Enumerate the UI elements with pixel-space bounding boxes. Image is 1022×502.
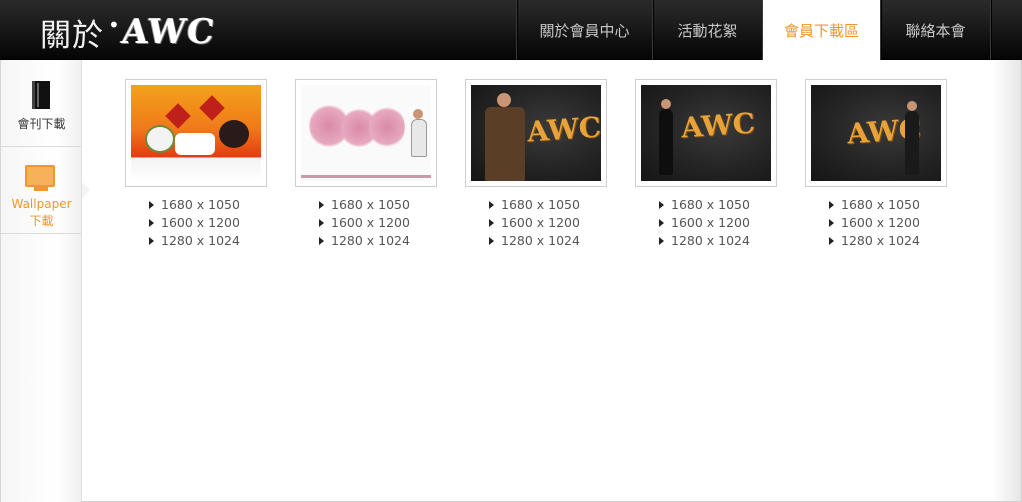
- resolution-link-1680x1050[interactable]: 1680 x 1050: [149, 196, 267, 214]
- awc-graffiti-text: AWC: [679, 106, 757, 145]
- nav-end-cap: [990, 0, 1022, 60]
- nav-label: 會員下載區: [783, 21, 859, 40]
- brand-title-prefix: 關於: [40, 17, 104, 54]
- resolution-link-1600x1200[interactable]: 1600 x 1200: [829, 214, 947, 232]
- active-pointer: [82, 182, 90, 198]
- person-head: [907, 101, 917, 111]
- resolution-link-1600x1200[interactable]: 1600 x 1200: [659, 214, 777, 232]
- resolution-link-1280x1024[interactable]: 1280 x 1024: [489, 232, 607, 250]
- resolution-list: 1680 x 1050 1600 x 1200 1280 x 1024: [465, 196, 607, 250]
- brand-dot: •: [108, 13, 120, 37]
- wallpaper-card: AWC 1680 x 1050 1600 x 1200 1280 x 1024: [465, 79, 607, 250]
- person-dark-suit: [905, 111, 919, 175]
- resolution-link-1280x1024[interactable]: 1280 x 1024: [149, 232, 267, 250]
- wallpaper-thumbnail[interactable]: [125, 79, 267, 187]
- bottom-stripe: [301, 175, 431, 178]
- resolution-list: 1680 x 1050 1600 x 1200 1280 x 1024: [125, 196, 267, 250]
- person-head: [661, 99, 671, 109]
- resolution-link-1680x1050[interactable]: 1680 x 1050: [319, 196, 437, 214]
- wallpaper-card: AWC 1680 x 1050 1600 x 1200 1280 x 1024: [635, 79, 777, 250]
- wallpaper-thumbnail[interactable]: AWC: [465, 79, 607, 187]
- blossom-tree: [369, 105, 405, 149]
- resolution-link-1680x1050[interactable]: 1680 x 1050: [829, 196, 947, 214]
- cartoon-characters-image: [131, 85, 261, 181]
- nav-label: 關於會員中心: [539, 21, 630, 40]
- wallpaper-thumbnail[interactable]: AWC: [805, 79, 947, 187]
- nav-contact[interactable]: 聯絡本會: [880, 0, 990, 60]
- sidebar-item-label: Wallpaper: [11, 197, 72, 211]
- sidebar-item-wallpaper[interactable]: Wallpaper 下載: [1, 147, 90, 234]
- standing-person: [411, 119, 427, 157]
- nav-event-highlights[interactable]: 活動花絮: [652, 0, 762, 60]
- resolution-list: 1680 x 1050 1600 x 1200 1280 x 1024: [295, 196, 437, 250]
- person-head: [413, 109, 423, 119]
- white-cat-figure: [145, 125, 175, 153]
- wallpaper-card: AWC 1680 x 1050 1600 x 1200 1280 x 1024: [805, 79, 947, 250]
- nav-label: 活動花絮: [677, 21, 738, 40]
- main-nav: 關於會員中心 活動花絮 會員下載區 聯絡本會: [516, 0, 1022, 60]
- awc-graffiti-text: AWC: [525, 110, 601, 149]
- person-brown-coat: [485, 107, 525, 181]
- wallpaper-thumbnail[interactable]: AWC: [635, 79, 777, 187]
- sidebar-item-label: 下載: [29, 214, 54, 228]
- resolution-link-1280x1024[interactable]: 1280 x 1024: [659, 232, 777, 250]
- resolution-list: 1680 x 1050 1600 x 1200 1280 x 1024: [805, 196, 947, 250]
- top-header: 關於 • AWC 關於會員中心 活動花絮 會員下載區 聯絡本會: [0, 0, 1022, 60]
- monitor-icon: [25, 165, 55, 187]
- cherry-blossom-image: [301, 85, 431, 181]
- resolution-link-1680x1050[interactable]: 1680 x 1050: [489, 196, 607, 214]
- awc-dark-image: AWC: [811, 85, 941, 181]
- red-banner-right: [199, 95, 225, 121]
- resolution-link-1600x1200[interactable]: 1600 x 1200: [319, 214, 437, 232]
- nav-label: 聯絡本會: [905, 21, 966, 40]
- sidebar: 會刊下載 Wallpaper 下載: [0, 60, 90, 502]
- nav-member-downloads[interactable]: 會員下載區: [762, 0, 880, 60]
- site-brand[interactable]: 關於 • AWC: [40, 12, 217, 54]
- person-head: [497, 93, 511, 107]
- white-blocks: [175, 133, 215, 155]
- wallpaper-thumbnail[interactable]: [295, 79, 437, 187]
- resolution-link-1280x1024[interactable]: 1280 x 1024: [829, 232, 947, 250]
- wallpaper-card: 1680 x 1050 1600 x 1200 1280 x 1024: [295, 79, 437, 250]
- resolution-link-1280x1024[interactable]: 1280 x 1024: [319, 232, 437, 250]
- awc-dark-image: AWC: [641, 85, 771, 181]
- sidebar-item-newsletter[interactable]: 會刊下載: [1, 60, 82, 147]
- nav-about-member-center[interactable]: 關於會員中心: [516, 0, 652, 60]
- awc-logo: AWC: [119, 12, 217, 52]
- black-cat-figure: [219, 120, 249, 148]
- monitor-stand: [34, 187, 48, 191]
- wallpaper-card: 1680 x 1050 1600 x 1200 1280 x 1024: [125, 79, 267, 250]
- resolution-link-1600x1200[interactable]: 1600 x 1200: [489, 214, 607, 232]
- red-banner-left: [165, 103, 191, 129]
- right-shadow-strip: [992, 60, 1022, 502]
- person-dark-suit: [659, 109, 673, 175]
- resolution-link-1680x1050[interactable]: 1680 x 1050: [659, 196, 777, 214]
- awc-dark-image: AWC: [471, 85, 601, 181]
- book-icon: [32, 81, 50, 109]
- sidebar-item-label: 會刊下載: [17, 117, 66, 131]
- resolution-list: 1680 x 1050 1600 x 1200 1280 x 1024: [635, 196, 777, 250]
- resolution-link-1600x1200[interactable]: 1600 x 1200: [149, 214, 267, 232]
